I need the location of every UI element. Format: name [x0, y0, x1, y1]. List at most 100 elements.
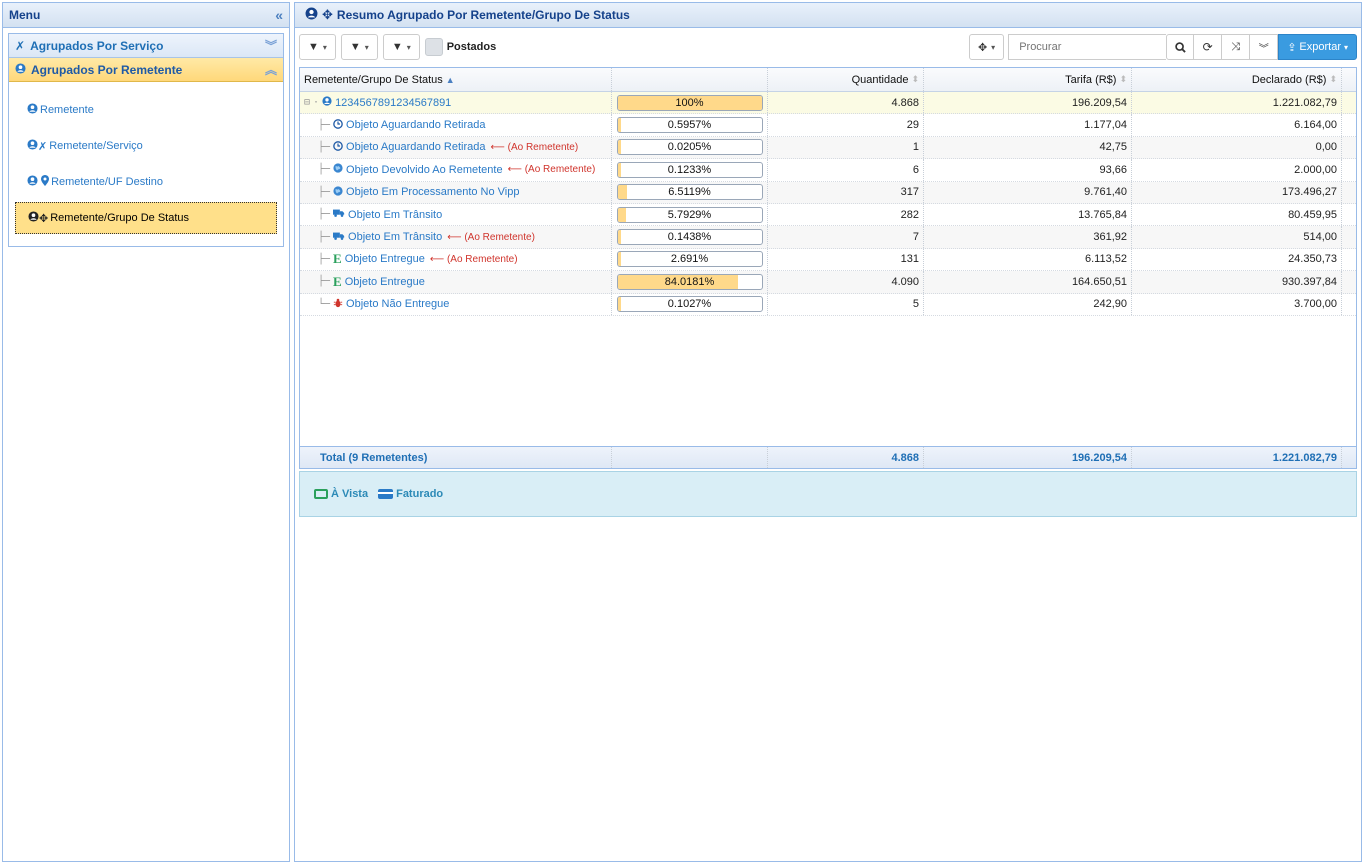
tree-child-row[interactable]: ├─ E Objeto Entregue ⟵ (Ao Remetente) 2.691%…: [300, 248, 1356, 272]
tree-connector: ├─: [318, 231, 331, 243]
tree-child-row[interactable]: └─ Objeto Não Entregue 0.1027% 5 242,90 3.700…: [300, 293, 1356, 316]
shuffle-button[interactable]: ⤨: [1222, 34, 1251, 60]
summary-grid: Remetente/Grupo De Status ▲ Quantidade ⬍…: [299, 67, 1357, 469]
cell-tarifa: 361,92: [924, 226, 1132, 248]
section-agrupados-remetente[interactable]: Agrupados Por Remetente ︽: [9, 58, 283, 82]
tree-node[interactable]: ├─ Objeto Aguardando Retirada: [304, 118, 485, 132]
ao-remetente-text: (Ao Remetente): [507, 141, 579, 153]
toolbar-right: ✥▾ ⟳ ⤨ ︾ ⇪ Exportar ▾: [968, 34, 1357, 60]
cell-label: ├─ E Objeto Entregue: [300, 271, 612, 293]
menu-item-remetente-grupo-status[interactable]: ✥ Remetente/Grupo De Status: [15, 202, 277, 234]
caret-down-icon: ▾: [1343, 42, 1348, 52]
cell-percent: 100%: [612, 92, 768, 114]
cell-quantidade: 6: [768, 159, 924, 181]
cell-declarado: 514,00: [1132, 226, 1342, 248]
legend-label: À Vista: [331, 488, 369, 500]
filter-dropdown-1[interactable]: ▼ ▾: [299, 34, 336, 60]
menu-item-label: Remetente/Serviço: [49, 140, 143, 152]
tree-child-row[interactable]: ├─ E Objeto Entregue 84.0181% 4.090 164.650,5…: [300, 271, 1356, 294]
tree-child-row[interactable]: ├─ Objeto Aguardando Retirada ⟵ (Ao Remete…: [300, 136, 1356, 160]
cell-declarado: 0,00: [1132, 136, 1342, 159]
filter-dropdown-2[interactable]: ▼ ▾: [340, 34, 378, 60]
percent-progress-bar: 0.5957%: [616, 117, 763, 134]
return-arrow-icon: ⟵: [490, 141, 505, 153]
grid-header: Remetente/Grupo De Status ▲ Quantidade ⬍…: [300, 68, 1356, 92]
filter-dropdown-3[interactable]: ▼ ▾: [382, 34, 420, 60]
user-arrows-icon: ✥: [28, 211, 48, 225]
refresh-button[interactable]: ⟳: [1194, 34, 1223, 60]
menu-item-label: Remetente: [40, 104, 94, 116]
collapse-tree-icon[interactable]: ⊟: [304, 97, 310, 108]
search-input[interactable]: [1008, 34, 1167, 60]
legend-bar: À Vista Faturado: [299, 471, 1357, 517]
legend-label: Faturado: [396, 488, 444, 500]
search-button[interactable]: [1166, 34, 1195, 60]
globe-icon: [333, 163, 343, 176]
menu-item-remetente-servico[interactable]: ✗ Remetente/Serviço: [15, 130, 277, 162]
postados-checkbox[interactable]: [424, 38, 443, 56]
tree-node[interactable]: ├─ E Objeto Entregue ⟵ (Ao Remetente): [304, 251, 518, 267]
col-quantidade[interactable]: Quantidade ⬍: [768, 68, 924, 91]
return-arrow-icon: ⟵: [429, 253, 445, 265]
expand-button[interactable]: ︾: [1250, 34, 1279, 60]
cell-percent: 5.7929%: [612, 203, 768, 226]
node-label: Objeto Em Processamento No Vipp: [346, 186, 520, 199]
caret-down-icon: ▾: [322, 42, 327, 52]
action-buttons: ⟳ ⤨ ︾ ⇪ Exportar ▾: [1166, 34, 1357, 60]
cell-percent: 0.1027%: [612, 293, 768, 315]
tree-root-row[interactable]: ⊟ · 1234567891234567891 100% 4.868 196.209,54…: [300, 92, 1356, 115]
percent-progress-bar: 0.1233%: [616, 161, 763, 178]
cell-label: ├─ Objeto Em Trânsito: [300, 203, 612, 226]
node-label: Objeto Em Trânsito: [348, 231, 443, 244]
node-label: Objeto Em Trânsito: [348, 208, 443, 221]
tree-node[interactable]: ├─ E Objeto Entregue: [304, 274, 425, 290]
tree-child-row[interactable]: ├─ Objeto Devolvido Ao Remetente ⟵ (Ao Rem…: [300, 159, 1356, 182]
node-label: Objeto Não Entregue: [346, 298, 450, 311]
move-arrows-icon: ✥: [322, 7, 333, 22]
col-declarado[interactable]: Declarado (R$) ⬍: [1132, 68, 1342, 91]
collapse-left-icon[interactable]: «: [275, 7, 283, 23]
tree-node[interactable]: ├─ Objeto Aguardando Retirada ⟵ (Ao Remete…: [304, 141, 578, 154]
tree-connector: ├─: [318, 164, 331, 176]
footer-empty: [612, 447, 768, 468]
percent-progress-bar: 5.7929%: [616, 206, 763, 223]
col-tarifa[interactable]: Tarifa (R$) ⬍: [924, 68, 1132, 91]
cell-percent: 6.5119%: [612, 181, 768, 203]
tree-node[interactable]: └─ Objeto Não Entregue: [304, 298, 449, 311]
cell-quantidade: 282: [768, 203, 924, 226]
cell-label: ├─ Objeto Devolvido Ao Remetente ⟵ (Ao Rem…: [300, 159, 612, 181]
delivered-e-icon: E: [333, 273, 342, 289]
node-label: Objeto Aguardando Retirada: [346, 141, 486, 154]
cell-tarifa: 1.177,04: [924, 114, 1132, 136]
return-arrow-icon: ⟵: [447, 231, 462, 243]
tree-node[interactable]: ├─ Objeto Em Processamento No Vipp: [304, 186, 520, 199]
menu-item-remetente[interactable]: Remetente: [15, 94, 277, 126]
menu-item-label: Remetente/UF Destino: [51, 176, 163, 188]
percent-text: 5.7929%: [667, 208, 712, 221]
tree-node[interactable]: ├─ Objeto Em Trânsito ⟵ (Ao Remetente): [304, 231, 535, 244]
columns-dropdown[interactable]: ✥ ▾: [968, 34, 1005, 60]
footer-tarifa: 196.209,54: [924, 447, 1132, 468]
caret-down-icon: ▾: [406, 42, 411, 52]
tree-node[interactable]: ⊟ · 1234567891234567891: [304, 96, 451, 109]
tree-child-row[interactable]: ├─ Objeto Em Trânsito 5.7929% 282 13.765,84 8…: [300, 203, 1356, 227]
tree-node[interactable]: ├─ Objeto Devolvido Ao Remetente ⟵ (Ao Rem…: [304, 163, 595, 176]
tree-child-row[interactable]: ├─ Objeto Em Trânsito ⟵ (Ao Remetente) 0.14…: [300, 226, 1356, 249]
percent-progress-bar: 100%: [616, 94, 763, 111]
user-map-marker-icon: [27, 175, 50, 189]
user-icon: [322, 96, 332, 109]
tree-child-row[interactable]: ├─ Objeto Aguardando Retirada 0.5957% 29 1.1…: [300, 114, 1356, 137]
col-remetente-grupo[interactable]: Remetente/Grupo De Status ▲: [300, 68, 612, 91]
menu-item-remetente-uf[interactable]: Remetente/UF Destino: [15, 166, 277, 198]
export-button[interactable]: ⇪ Exportar ▾: [1278, 34, 1357, 60]
shuffle-icon: ⤨: [1231, 40, 1241, 53]
postados-toggle[interactable]: Postados: [424, 38, 497, 56]
tree-node[interactable]: ├─ Objeto Em Trânsito: [304, 208, 442, 221]
tree-child-row[interactable]: ├─ Objeto Em Processamento No Vipp 6.5119%…: [300, 181, 1356, 204]
postados-label: Postados: [446, 41, 497, 53]
footer-qtd: 4.868: [768, 447, 924, 468]
clock-icon: [333, 118, 343, 132]
menu-item-label: Remetente/Grupo De Status: [50, 212, 190, 224]
section-agrupados-servico[interactable]: ✗ Agrupados Por Serviço ︾: [9, 34, 283, 58]
node-label: Objeto Entregue: [344, 253, 425, 266]
